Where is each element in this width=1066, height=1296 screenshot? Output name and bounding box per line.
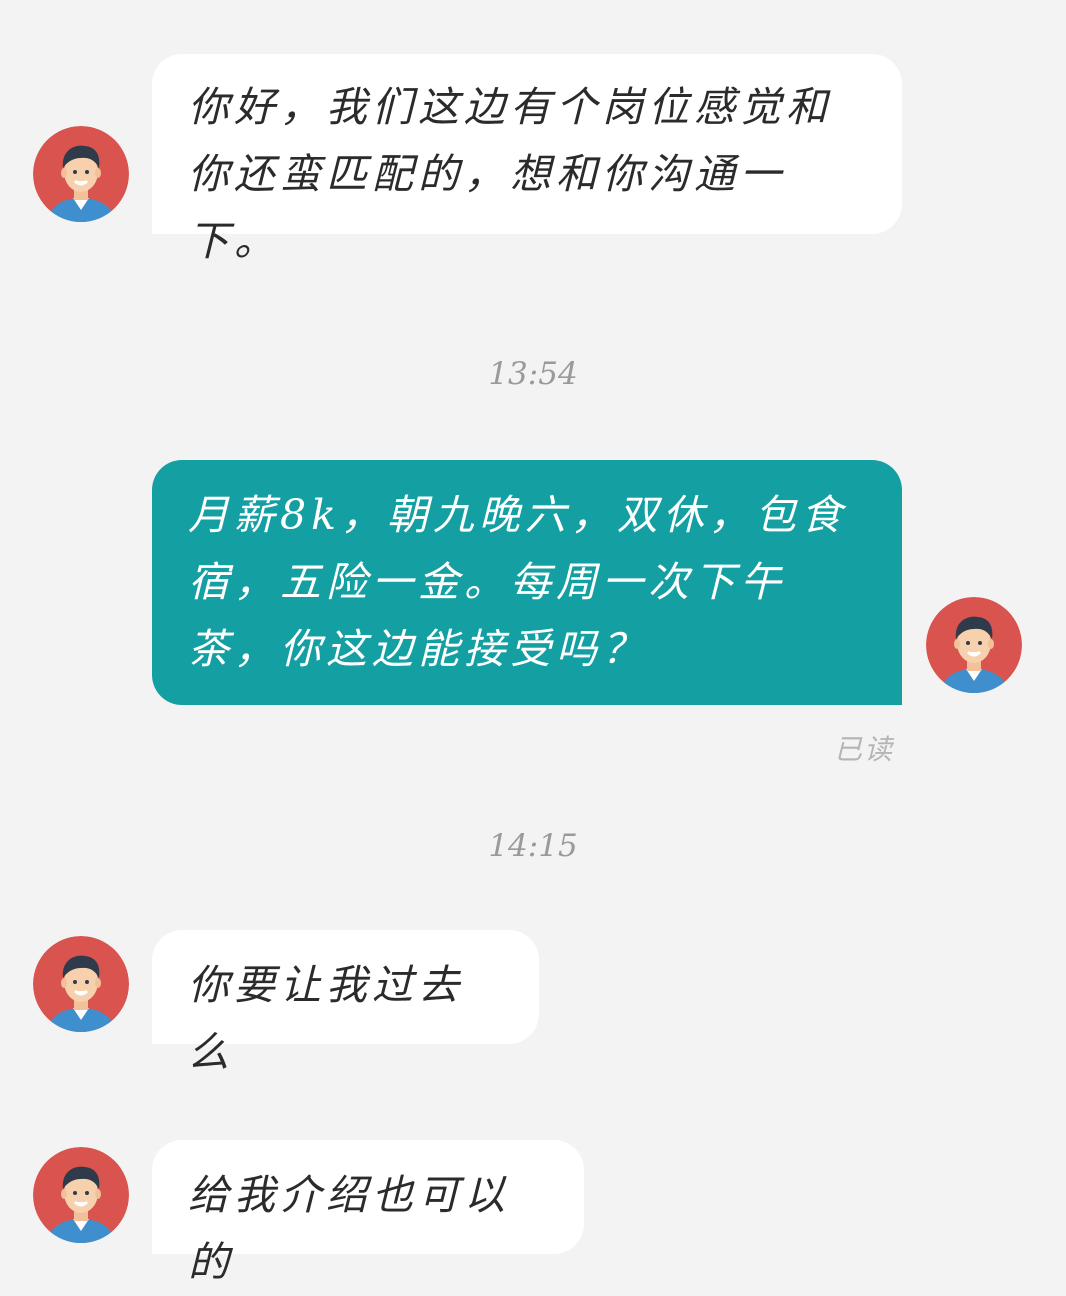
timestamp: 14:15 bbox=[488, 828, 578, 864]
incoming-message-bubble[interactable]: 你好，我们这边有个岗位感觉和你还蛮匹配的，想和你沟通一下。 bbox=[152, 54, 902, 265]
incoming-message-bubble[interactable]: 给我介绍也可以的 bbox=[152, 1140, 584, 1286]
recruiter-avatar[interactable] bbox=[33, 936, 129, 1032]
message-text: 你要让我过去么 bbox=[188, 961, 464, 1076]
recruiter-avatar[interactable] bbox=[33, 126, 129, 222]
message-text: 给我介绍也可以的 bbox=[188, 1171, 510, 1286]
read-status: 已读 bbox=[833, 733, 894, 766]
message-text: 你好，我们这边有个岗位感觉和你还蛮匹配的，想和你沟通一下。 bbox=[188, 83, 832, 265]
self-avatar[interactable] bbox=[926, 597, 1022, 693]
recruiter-avatar[interactable] bbox=[33, 1147, 129, 1243]
message-text: 月薪8k，朝九晚六，双休，包食宿，五险一金。每周一次下午茶，你这边能接受吗？ bbox=[188, 491, 847, 673]
outgoing-message-bubble[interactable]: 月薪8k，朝九晚六，双休，包食宿，五险一金。每周一次下午茶，你这边能接受吗？ bbox=[152, 460, 902, 705]
incoming-message-bubble[interactable]: 你要让我过去么 bbox=[152, 930, 539, 1076]
timestamp: 13:54 bbox=[488, 356, 578, 392]
chat-thread: 你好，我们这边有个岗位感觉和你还蛮匹配的，想和你沟通一下。 13:54 月薪8k… bbox=[0, 0, 1066, 1291]
